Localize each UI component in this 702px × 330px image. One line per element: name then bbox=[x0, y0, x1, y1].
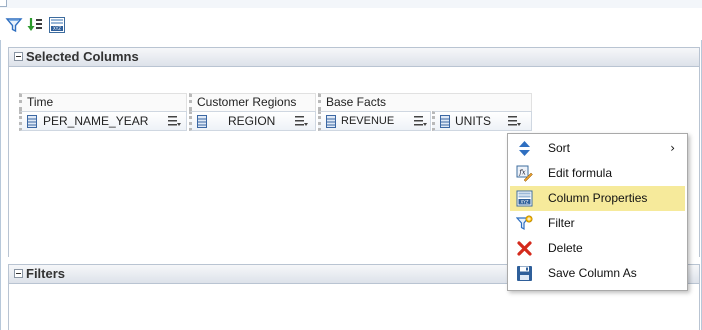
svg-text:XYZ: XYZ bbox=[521, 199, 529, 204]
column-group-customer-regions: Customer Regions REGION bbox=[189, 93, 316, 133]
column-label: PER_NAME_YEAR bbox=[43, 114, 149, 128]
column-chip-revenue[interactable]: REVENUE bbox=[318, 111, 431, 131]
column-chip-per-name-year[interactable]: PER_NAME_YEAR bbox=[19, 111, 187, 131]
menu-item-label: Sort bbox=[548, 141, 571, 155]
submenu-arrow-icon: › bbox=[670, 141, 675, 155]
filter-icon[interactable] bbox=[5, 16, 23, 34]
menu-item-delete[interactable]: Delete bbox=[510, 236, 685, 261]
column-icon bbox=[197, 115, 207, 128]
column-label: REGION bbox=[228, 114, 276, 128]
menu-item-label: Save Column As bbox=[548, 266, 637, 280]
collapse-toggle-icon[interactable] bbox=[14, 269, 23, 279]
menu-item-save-column-as[interactable]: Save Column As bbox=[510, 261, 685, 286]
column-icon bbox=[27, 115, 37, 128]
column-group-time: Time PER_NAME_YEAR bbox=[19, 93, 187, 133]
window-corner bbox=[0, 0, 7, 7]
sort-icon bbox=[516, 140, 533, 157]
column-menu-icon[interactable] bbox=[168, 115, 182, 128]
delete-icon bbox=[516, 240, 533, 257]
selected-columns-title: Selected Columns bbox=[26, 49, 139, 64]
collapse-toggle-icon[interactable] bbox=[14, 52, 23, 62]
svg-text:fx: fx bbox=[518, 169, 526, 177]
filter-add-icon bbox=[515, 215, 533, 232]
menu-item-label: Filter bbox=[548, 216, 575, 230]
column-context-menu: Sort › fx Edit formula XYZ Column Proper… bbox=[507, 133, 688, 291]
column-group-base-facts: Base Facts REVENUE UNITS bbox=[318, 93, 532, 133]
column-label: UNITS bbox=[455, 114, 491, 128]
column-properties-icon: XYZ bbox=[516, 190, 533, 207]
column-menu-icon[interactable] bbox=[414, 115, 428, 128]
group-label: Base Facts bbox=[318, 93, 532, 111]
menu-item-edit-formula[interactable]: fx Edit formula bbox=[510, 161, 685, 186]
menu-item-filter[interactable]: Filter bbox=[510, 211, 685, 236]
selected-columns-header: Selected Columns bbox=[8, 47, 700, 67]
menu-item-column-properties[interactable]: XYZ Column Properties bbox=[510, 186, 685, 211]
sort-icon[interactable] bbox=[26, 16, 44, 34]
svg-text:XYZ: XYZ bbox=[53, 26, 61, 31]
column-menu-icon[interactable] bbox=[508, 115, 522, 128]
column-menu-icon[interactable] bbox=[295, 115, 309, 128]
group-label: Time bbox=[19, 93, 187, 111]
column-icon bbox=[326, 115, 336, 128]
column-chip-region[interactable]: REGION bbox=[189, 111, 316, 131]
menu-item-sort[interactable]: Sort › bbox=[510, 136, 685, 161]
column-label: REVENUE bbox=[341, 115, 395, 127]
filters-title: Filters bbox=[26, 266, 66, 281]
menu-item-label: Column Properties bbox=[548, 191, 648, 205]
menu-item-label: Edit formula bbox=[548, 166, 613, 180]
save-icon bbox=[516, 265, 533, 282]
toolbar: XYZ bbox=[0, 8, 702, 41]
group-label: Customer Regions bbox=[189, 93, 316, 111]
edit-formula-icon: fx bbox=[516, 165, 533, 182]
column-chip-units[interactable]: UNITS bbox=[432, 111, 532, 131]
column-icon bbox=[440, 115, 450, 128]
menu-item-label: Delete bbox=[548, 241, 583, 255]
column-properties-icon[interactable]: XYZ bbox=[48, 16, 66, 34]
